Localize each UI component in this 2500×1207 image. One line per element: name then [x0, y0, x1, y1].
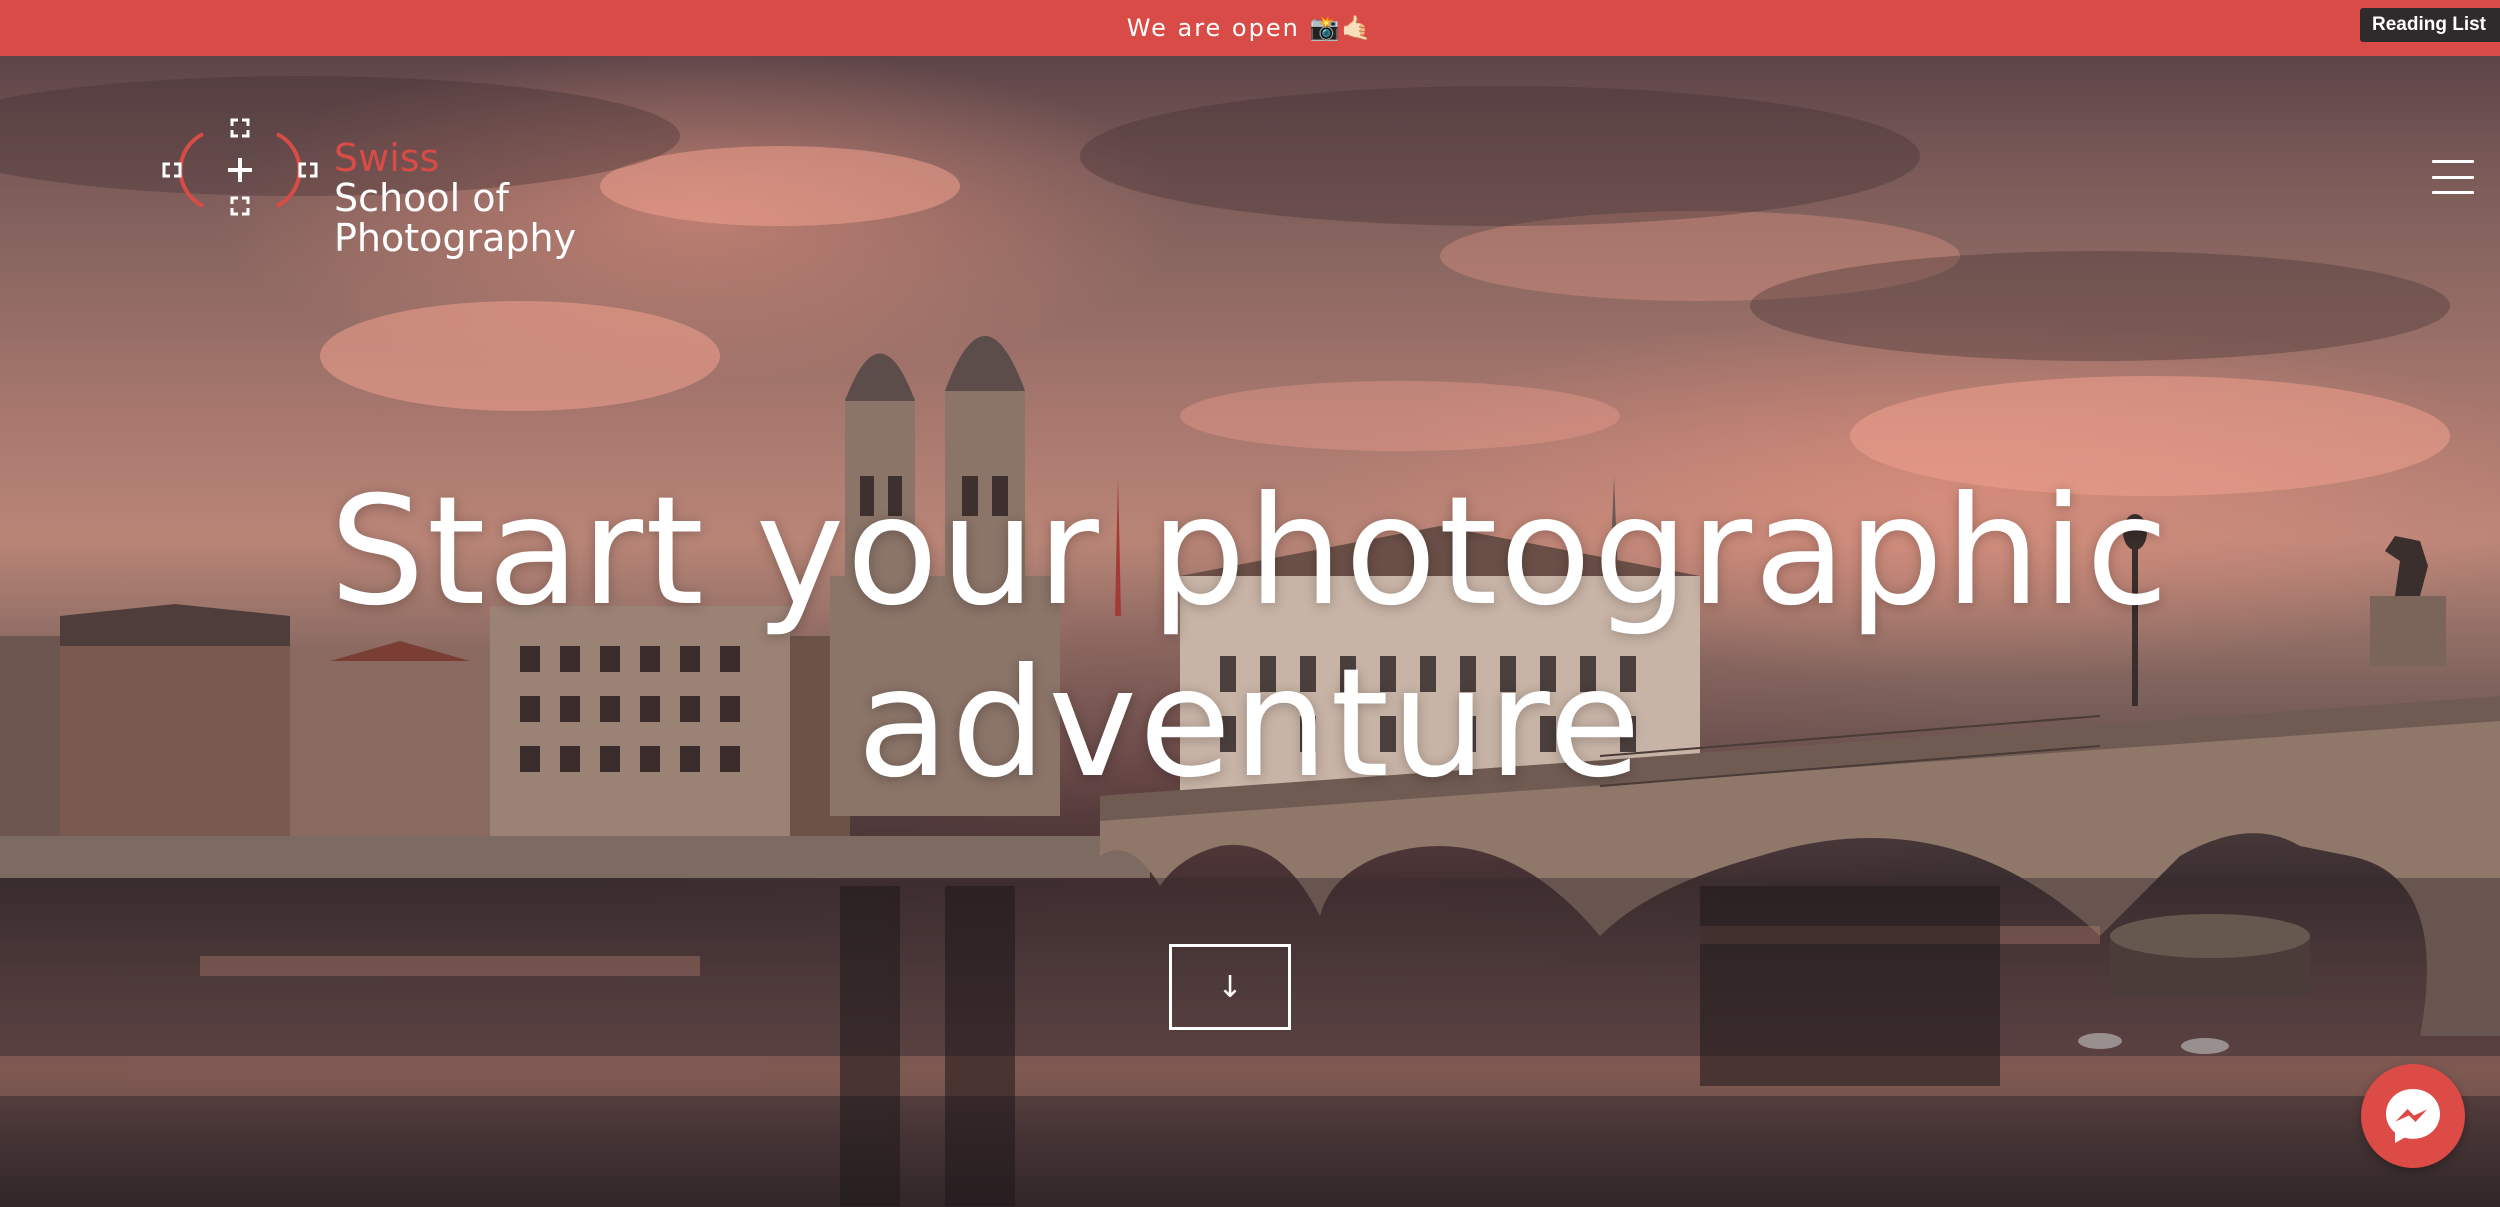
menu-bar [2432, 175, 2474, 179]
hamburger-menu-icon[interactable] [2432, 160, 2474, 194]
camera-viewfinder-icon [162, 118, 318, 216]
menu-bar [2432, 191, 2474, 194]
brand-logo[interactable]: Swiss School of Photography [160, 106, 576, 258]
hero-section: Swiss School of Photography Start your p… [0, 56, 2500, 1207]
menu-bar [2432, 160, 2474, 163]
announcement-bar: We are open 📸🤙🏻 Reading List [0, 0, 2500, 56]
scroll-down-button[interactable]: ↓ [1169, 944, 1291, 1030]
brand-name: Swiss School of Photography [334, 138, 576, 258]
hero-headline: Start your photographic adventure [0, 466, 2500, 810]
messenger-chat-button[interactable] [2361, 1064, 2465, 1168]
brand-line-school: School of [334, 176, 509, 220]
announcement-text: We are open 📸🤙🏻 [1126, 14, 1374, 42]
hero-headline-line1: Start your photographic [329, 465, 2171, 639]
brand-line-swiss: Swiss [334, 136, 440, 180]
reading-list-button[interactable]: Reading List [2359, 8, 2500, 42]
hero-headline-line2: adventure [857, 637, 1643, 811]
arrow-down-icon: ↓ [1217, 969, 1243, 1005]
brand-line-photography: Photography [334, 216, 577, 260]
messenger-icon [2386, 1089, 2440, 1143]
